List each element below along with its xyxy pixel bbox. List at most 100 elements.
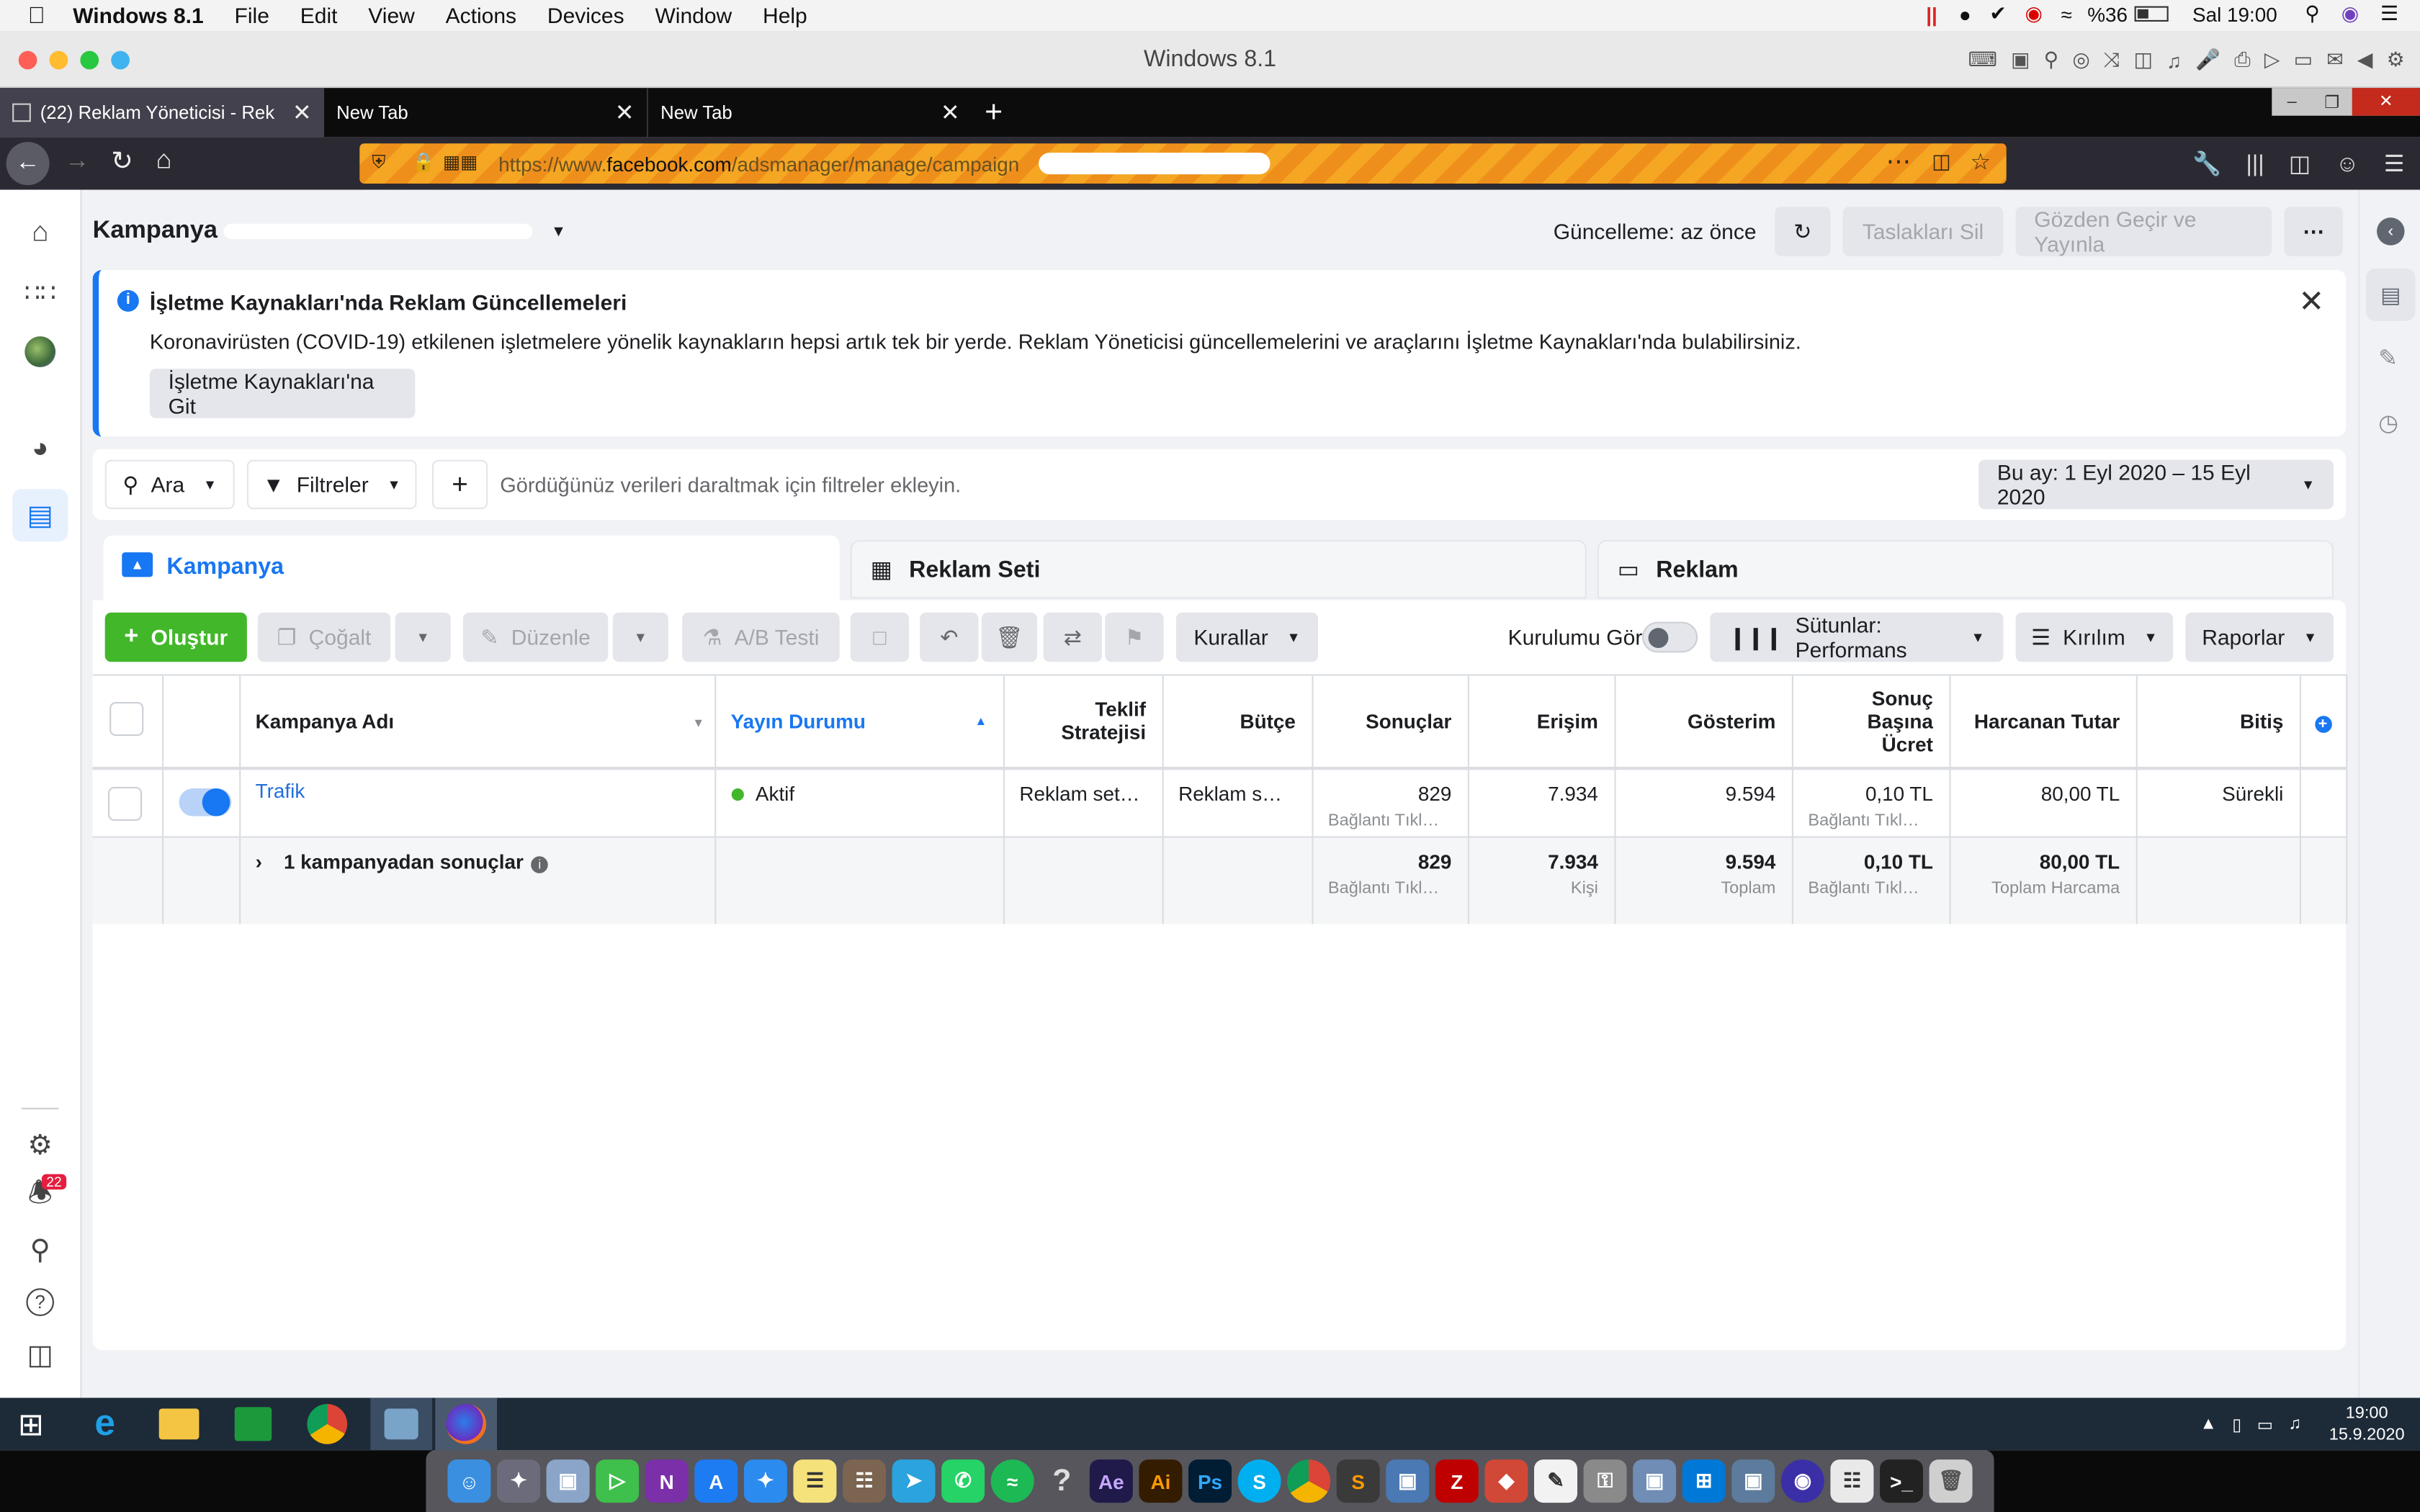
back-button[interactable]: ← (6, 142, 50, 186)
columns-button[interactable]: ❙❙❙ Sütunlar: Performans ▼ (1710, 612, 2004, 662)
gear-icon[interactable]: ⚙ (2387, 48, 2405, 72)
filters-button[interactable]: ▼ Filtreler ▼ (246, 459, 417, 510)
date-range-picker[interactable]: Bu ay: 1 Eyl 2020 – 15 Eyl 2020 ▼ (1978, 459, 2334, 510)
history-clock-icon[interactable]: ◷ (2378, 409, 2398, 436)
menu-actions[interactable]: Actions (446, 3, 516, 27)
save-icon[interactable]: ◫ (2134, 48, 2153, 72)
tab-ad[interactable]: ▭ Reklam (1597, 540, 2334, 599)
business-resources-button[interactable]: İşletme Kaynakları'na Git (149, 369, 416, 418)
whatsapp-icon[interactable]: ✆ (941, 1459, 985, 1503)
after-effects-icon[interactable]: Ae (1089, 1459, 1133, 1503)
mail-icon[interactable]: ✉ (2326, 48, 2343, 72)
browser-tab-active[interactable]: (22) Reklam Yöneticisi - Reklam ✕ (0, 88, 324, 138)
settings-gear-icon[interactable]: ⚙ (20, 1125, 60, 1165)
edit-button[interactable]: ✎ Düzenle (462, 612, 609, 662)
breakdown-button[interactable]: ☰ Kırılım ▼ (2015, 612, 2174, 662)
textedit-icon[interactable]: ✎ (1534, 1459, 1577, 1503)
library-icon[interactable]: ||| (2246, 150, 2264, 176)
view-setup-toggle[interactable] (1642, 621, 1698, 653)
budget-value[interactable]: Reklam s… (1178, 781, 1282, 804)
row-checkbox[interactable] (108, 786, 143, 820)
col-ends[interactable]: Bitiş (2136, 675, 2300, 768)
reload-icon[interactable]: ↻ (111, 147, 133, 178)
parallels-icon[interactable]: || (1926, 2, 1937, 25)
app-icon[interactable] (370, 1398, 432, 1451)
forward-icon[interactable]: → (65, 148, 89, 176)
pocket-icon[interactable]: ◫ (1932, 150, 1950, 174)
apps-grid-icon[interactable]: ∷∷ (20, 273, 60, 313)
menu-window[interactable]: Window (655, 3, 732, 27)
account-avatar[interactable] (20, 332, 60, 372)
summary-info-icon[interactable]: i (531, 856, 549, 873)
tray-network-icon[interactable]: ▭ (2257, 1414, 2273, 1434)
more-options-button[interactable]: ⋯ (2284, 207, 2343, 256)
restore-icon[interactable]: ❐ (2312, 91, 2352, 112)
siri-icon[interactable]: ◉ (2341, 1, 2359, 26)
back-arrow-icon[interactable]: ◀ (2357, 48, 2372, 72)
document-icon[interactable]: ☷ (1830, 1459, 1874, 1503)
undo-button[interactable]: ↶ (920, 612, 979, 662)
menu-file[interactable]: File (235, 3, 269, 27)
sound-icon[interactable]: ♫ (2166, 49, 2182, 72)
explorer-icon[interactable] (148, 1398, 210, 1450)
charts-icon[interactable]: ▤ (2366, 268, 2416, 321)
browser-tab[interactable]: New Tab ✕ (324, 88, 648, 138)
search-icon[interactable]: ⚲ (20, 1230, 60, 1270)
notes-icon[interactable]: ☰ (793, 1459, 837, 1503)
notification-center-icon[interactable]: ☰ (2380, 1, 2398, 26)
new-tab-icon[interactable]: + (985, 95, 1003, 130)
menu-app[interactable]: Windows 8.1 (73, 3, 203, 27)
illustrator-icon[interactable]: Ai (1139, 1459, 1183, 1503)
export-button[interactable]: ⇄ (1043, 612, 1102, 662)
shield-icon[interactable]: ⛨ (372, 151, 385, 174)
tab-adset[interactable]: ▦ Reklam Seti (850, 540, 1587, 599)
edit-pencil-icon[interactable]: ✎ (2378, 344, 2398, 372)
menu-edit[interactable]: Edit (300, 3, 338, 27)
firefox-dock-icon[interactable]: ◉ (1780, 1459, 1824, 1503)
skype-icon[interactable]: S (1237, 1459, 1281, 1503)
image-capture-icon[interactable]: ▣ (1633, 1459, 1677, 1503)
sublime-icon[interactable]: S (1336, 1459, 1380, 1503)
parallels-dock-icon[interactable]: ▣ (1731, 1459, 1775, 1503)
home-icon[interactable]: ⌂ (156, 145, 171, 176)
help-icon[interactable]: ? (20, 1282, 60, 1323)
table-row[interactable]: Trafik Aktif Reklam set… Reklam s… 829 Ba… (92, 768, 2347, 837)
minimize-icon[interactable]: – (2272, 93, 2312, 112)
select-all-checkbox[interactable] (109, 701, 144, 736)
tray-volume-icon[interactable]: ♫ (2288, 1415, 2301, 1434)
keychain-icon[interactable]: ⚿ (1583, 1459, 1627, 1503)
duplicate-button[interactable]: ❐ Çoğalt (257, 612, 391, 662)
network-icon[interactable]: ⤨ (2104, 48, 2120, 72)
telegram-icon[interactable]: ➤ (892, 1459, 936, 1503)
col-cpr[interactable]: Sonuç Başına Ücret (1791, 675, 1950, 768)
col-bid[interactable]: Teklif Stratejisi (1003, 675, 1163, 768)
app-store-icon[interactable]: A (694, 1459, 738, 1503)
app-badge-icon[interactable]: ◉ (2025, 1, 2042, 26)
col-results[interactable]: Sonuçlar (1312, 675, 1469, 768)
menu-view[interactable]: View (368, 3, 414, 27)
col-spent[interactable]: Harcanan Tutar (1949, 675, 2137, 768)
delete-drafts-button[interactable]: Taslakları Sil (1842, 207, 2004, 256)
ie-icon[interactable]: e (74, 1398, 136, 1450)
camera-icon[interactable]: ▷ (2264, 48, 2280, 72)
check-icon[interactable]: ✔ (1989, 1, 2006, 26)
rules-button[interactable]: Kurallar ▼ (1175, 612, 1318, 662)
chrome-icon[interactable] (296, 1398, 358, 1450)
bid-value[interactable]: Reklam set… (1019, 781, 1139, 804)
col-budget[interactable]: Bütçe (1162, 675, 1313, 768)
spotify-icon[interactable]: ≈ (990, 1459, 1034, 1503)
account-icon[interactable]: ☺ (2336, 150, 2360, 176)
url-field[interactable]: ⛨ 🔒 ▦▦ https://www. facebook.com/adsmanag… (359, 143, 2007, 184)
lock-icon[interactable]: 🔒 (412, 151, 435, 173)
chrome-dock-icon[interactable] (1287, 1459, 1331, 1503)
filter-input[interactable]: Gördüğünüz verileri daraltmak için filtr… (500, 474, 961, 497)
dashboard-icon[interactable]: ◕ (20, 428, 60, 468)
store-icon[interactable] (223, 1398, 284, 1450)
onenote-icon[interactable]: N (645, 1459, 689, 1503)
finder-icon[interactable]: ☺ (447, 1459, 491, 1503)
battery-icon[interactable] (2133, 6, 2168, 22)
printer-icon[interactable]: ⎙ (2234, 48, 2250, 72)
close-icon[interactable]: ✕ (2352, 88, 2420, 116)
spotlight-icon[interactable]: ⚲ (2305, 1, 2319, 26)
tab-campaign[interactable]: ▲ Kampanya (103, 535, 840, 600)
